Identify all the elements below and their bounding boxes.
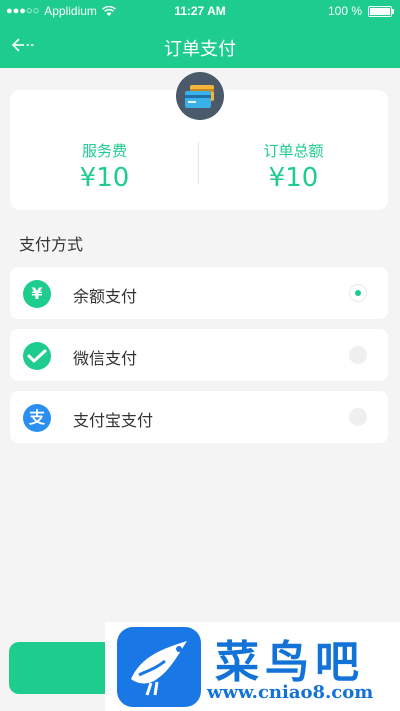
order-total: 订单总额 ¥10 (199, 140, 388, 193)
service-fee-value: ¥10 (79, 163, 130, 193)
order-total-label: 订单总额 (263, 142, 324, 160)
payment-method-alipay[interactable]: 支 支付宝支付 (10, 391, 388, 443)
order-total-value: ¥10 (268, 163, 319, 193)
battery-percent: 100 % (327, 4, 362, 18)
alipay-icon: 支 (23, 404, 51, 432)
status-right: 100 % (327, 4, 394, 18)
wechat-icon (23, 342, 51, 370)
page-title: 订单支付 (164, 39, 236, 60)
credit-card-icon (176, 72, 224, 120)
service-fee-label: 服务费 (81, 142, 127, 160)
watermark-url: www.cniao8.com (207, 682, 374, 703)
watermark: 菜鸟吧 www.cniao8.com (105, 622, 400, 711)
radio-unselected[interactable] (349, 408, 367, 426)
watermark-title: 菜鸟吧 (215, 637, 365, 688)
yen-icon: ¥ (23, 280, 51, 308)
payment-method-balance[interactable]: ¥ 余额支付 (10, 267, 388, 319)
radio-unselected[interactable] (349, 346, 367, 364)
radio-selected[interactable] (349, 284, 367, 302)
service-fee: 服务费 ¥10 (10, 140, 199, 193)
battery-icon (368, 5, 394, 17)
status-bar: ●●●○○ Applidium 11:27 AM 100 % (0, 0, 400, 22)
payment-method-wechat[interactable]: 微信支付 (10, 329, 388, 381)
nav-header: 订单支付 (0, 22, 400, 68)
payment-method-label: 微信支付 (73, 349, 138, 368)
payment-method-label: 支付宝支付 (73, 411, 154, 430)
bird-logo-icon (117, 627, 201, 707)
payment-method-label: 余额支付 (73, 287, 138, 306)
payment-section-label: 支付方式 (19, 235, 84, 254)
